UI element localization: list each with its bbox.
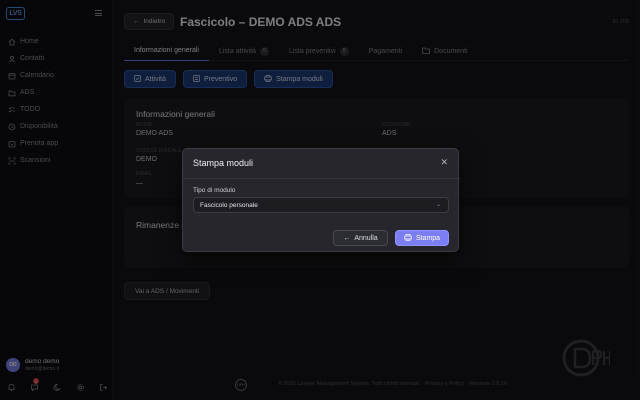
cancel-button[interactable]: ← Annulla bbox=[333, 230, 388, 246]
print-button[interactable]: Stampa bbox=[395, 230, 449, 246]
dialog-title: Stampa moduli bbox=[193, 158, 254, 168]
arrow-left-icon: ← bbox=[343, 234, 351, 242]
form-type-label: Tipo di modulo bbox=[193, 187, 236, 194]
print-forms-dialog: Stampa moduli ✕ Tipo di modulo Fascicolo… bbox=[182, 148, 460, 252]
printer-icon bbox=[404, 233, 412, 243]
close-icon[interactable]: ✕ bbox=[440, 157, 448, 168]
divider bbox=[183, 178, 460, 179]
form-type-select[interactable]: Fascicolo personale ⌄ bbox=[193, 197, 449, 213]
chevron-down-icon: ⌄ bbox=[435, 202, 441, 208]
